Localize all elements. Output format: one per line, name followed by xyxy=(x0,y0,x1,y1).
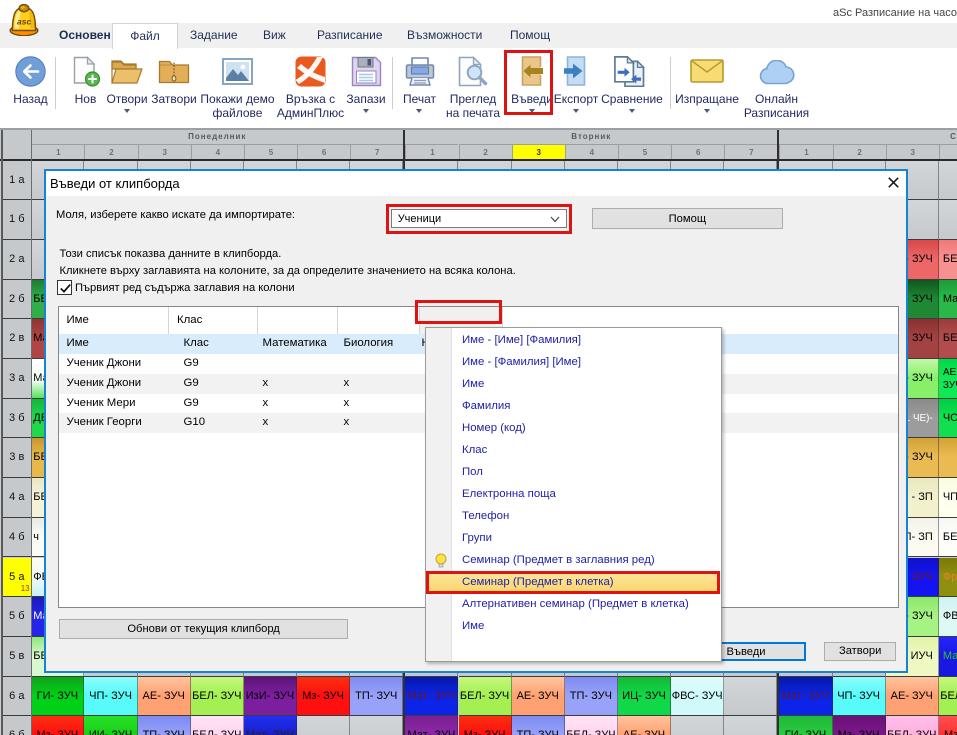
svg-text:asc: asc xyxy=(17,17,31,27)
